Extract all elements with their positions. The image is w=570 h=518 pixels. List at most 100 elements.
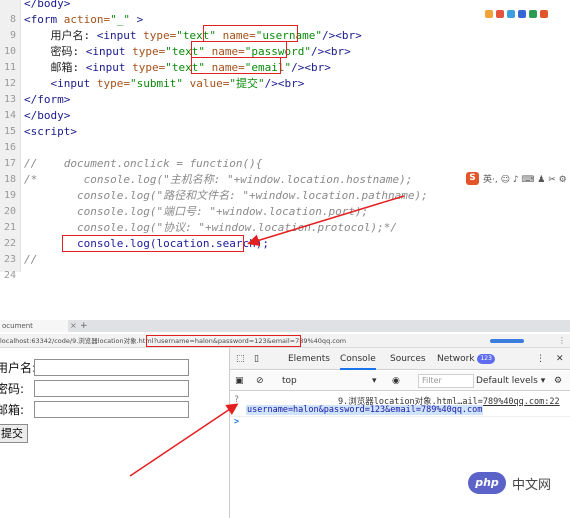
code-token: 密码: — [24, 45, 86, 58]
tab-sources[interactable]: Sources — [390, 348, 426, 370]
code-text: 邮箱: <input type="text" name="email"/><br… — [24, 60, 331, 76]
email-row: 邮箱: — [0, 400, 189, 418]
code-token: /* console.log("主机名称: "+window.location.… — [24, 173, 413, 186]
log-marker: ? — [234, 395, 240, 405]
code-token: action= — [63, 13, 111, 26]
close-devtools-icon[interactable]: ✕ — [556, 348, 564, 370]
code-text: 密码: <input type="text" name="password"/>… — [24, 44, 351, 60]
toolbar-icon[interactable] — [485, 10, 493, 18]
code-token: <input — [96, 29, 144, 42]
toolbar-icon[interactable] — [507, 10, 515, 18]
code-token: console.log("端口号: "+window.location.port… — [24, 205, 369, 218]
password-row: 密码: — [0, 379, 189, 397]
code-token: 邮箱: — [24, 61, 86, 74]
code-token: /><br> — [310, 45, 351, 58]
code-token: <input — [85, 45, 133, 58]
watermark: php 中文网 — [468, 472, 551, 494]
code-text: </form> — [24, 92, 70, 108]
devtools-tab-bar: ⬚ ▯ Elements Console Sources Network 123… — [230, 348, 570, 370]
tab-console[interactable]: Console — [340, 348, 376, 370]
line-number: 24 — [3, 270, 16, 281]
highlight-query-string — [146, 335, 301, 347]
code-token: type= — [96, 77, 130, 90]
code-token: /><br> — [321, 29, 362, 42]
toolbar-icon[interactable] — [496, 10, 504, 18]
device-toolbar-icon[interactable]: ▯ — [254, 348, 259, 370]
toolbar-icon[interactable] — [540, 10, 548, 18]
ime-tools[interactable]: 英·, ☺ ♪ ⌨ ♟ ✂ ⚙ — [483, 172, 567, 185]
more-options-icon[interactable]: ⋮ — [536, 348, 545, 370]
code-line[interactable]: 14 </body> — [0, 108, 570, 124]
code-token: value= — [189, 77, 230, 90]
code-editor[interactable]: </body> 8 <form action="_" >9 用户名: <input … — [0, 0, 570, 281]
code-token: /><br> — [291, 61, 331, 74]
code-token: </body> — [24, 0, 71, 10]
chevron-down-icon[interactable]: ▾ — [372, 371, 377, 391]
highlight-name-password — [191, 41, 287, 58]
line-number: 12 — [3, 78, 16, 89]
tab-elements[interactable]: Elements — [288, 348, 330, 370]
log-levels-select[interactable]: Default levels ▾ — [476, 371, 545, 391]
settings-gear-icon[interactable]: ⚙ — [554, 371, 562, 391]
new-tab-icon[interactable]: + — [80, 320, 88, 332]
network-badge: 123 — [477, 353, 495, 364]
code-token: type= — [143, 29, 177, 42]
line-number: 22 — [3, 238, 16, 249]
password-input[interactable] — [34, 379, 189, 397]
line-number: 10 — [3, 46, 16, 57]
code-text: </body> — [24, 108, 70, 124]
code-line[interactable]: 19 console.log("路径和文件名: "+window.locatio… — [0, 188, 570, 204]
line-number: 23 — [3, 254, 16, 265]
close-tab-icon[interactable]: × — [70, 320, 77, 332]
code-token: 用户名: — [24, 29, 97, 42]
username-row: 用户名: — [0, 358, 189, 376]
code-text: <script> — [24, 124, 77, 140]
code-line[interactable]: 15 <script> — [0, 124, 570, 140]
code-line[interactable]: 24 — [0, 268, 570, 284]
submit-button[interactable]: 提交 — [0, 424, 28, 443]
code-line[interactable]: 17 // document.onclick = function(){ — [0, 156, 570, 172]
username-input[interactable] — [34, 358, 189, 376]
code-token: console.log("协议: "+window.location.proto… — [24, 221, 397, 234]
browser-tab[interactable]: ocument — [0, 320, 68, 332]
sidebar-toggle-icon[interactable]: ▣ — [235, 371, 244, 391]
sogou-ime-icon[interactable]: S — [466, 172, 479, 185]
code-line[interactable]: 23 // — [0, 252, 570, 268]
browser-tab-bar: ocument × + — [0, 320, 570, 332]
address-bar[interactable]: localhost:63342/code/9.浏览器location对象.htm… — [0, 334, 570, 348]
context-select[interactable]: top — [282, 371, 297, 391]
code-token: <input — [85, 61, 133, 74]
code-token: </form> — [24, 93, 71, 106]
highlight-name-email — [191, 57, 281, 74]
eye-icon[interactable]: ◉ — [392, 371, 400, 391]
code-token: console.log("路径和文件名: "+window.location.p… — [24, 189, 428, 202]
extension-bar — [490, 339, 524, 343]
email-input[interactable] — [34, 400, 189, 418]
line-number: 14 — [3, 110, 16, 121]
code-line[interactable]: 12 <input type="submit" value="提交"/><br> — [0, 76, 570, 92]
code-token: // document.onclick = function(){ — [24, 157, 263, 170]
code-token: <script> — [24, 125, 77, 138]
code-line[interactable]: 21 console.log("协议: "+window.location.pr… — [0, 220, 570, 236]
tab-network[interactable]: Network 123 — [437, 348, 495, 370]
log-separator — [230, 416, 570, 417]
clear-console-icon[interactable]: ⊘ — [256, 371, 264, 391]
inspect-element-icon[interactable]: ⬚ — [236, 348, 245, 370]
code-token: > — [129, 13, 144, 26]
console-toolbar: ▣ ⊘ top ▾ ◉ Filter Default levels ▾ ⚙ — [230, 371, 570, 391]
code-text: console.log("端口号: "+window.location.port… — [24, 204, 368, 220]
toolbar-icon[interactable] — [529, 10, 537, 18]
code-line[interactable]: 13 </form> — [0, 92, 570, 108]
code-line[interactable]: 20 console.log("端口号: "+window.location.p… — [0, 204, 570, 220]
code-text: /* console.log("主机名称: "+window.location.… — [24, 172, 412, 188]
code-line[interactable]: 11 邮箱: <input type="text" name="email"/>… — [0, 60, 570, 76]
ime-toolbar[interactable]: S 英·, ☺ ♪ ⌨ ♟ ✂ ⚙ — [466, 172, 567, 185]
console-prompt[interactable]: > — [234, 417, 239, 427]
toolbar-icon[interactable] — [518, 10, 526, 18]
filter-input[interactable]: Filter — [418, 374, 474, 388]
log-message: username=halon&password=123&email=789%40… — [246, 405, 484, 415]
watermark-text: 中文网 — [512, 477, 552, 493]
console-output: ? 9.浏览器location对象.html…ail=789%40qq.com:… — [230, 392, 570, 518]
browser-menu-icon[interactable]: ⋮ — [558, 334, 566, 348]
code-line[interactable]: 16 — [0, 140, 570, 156]
